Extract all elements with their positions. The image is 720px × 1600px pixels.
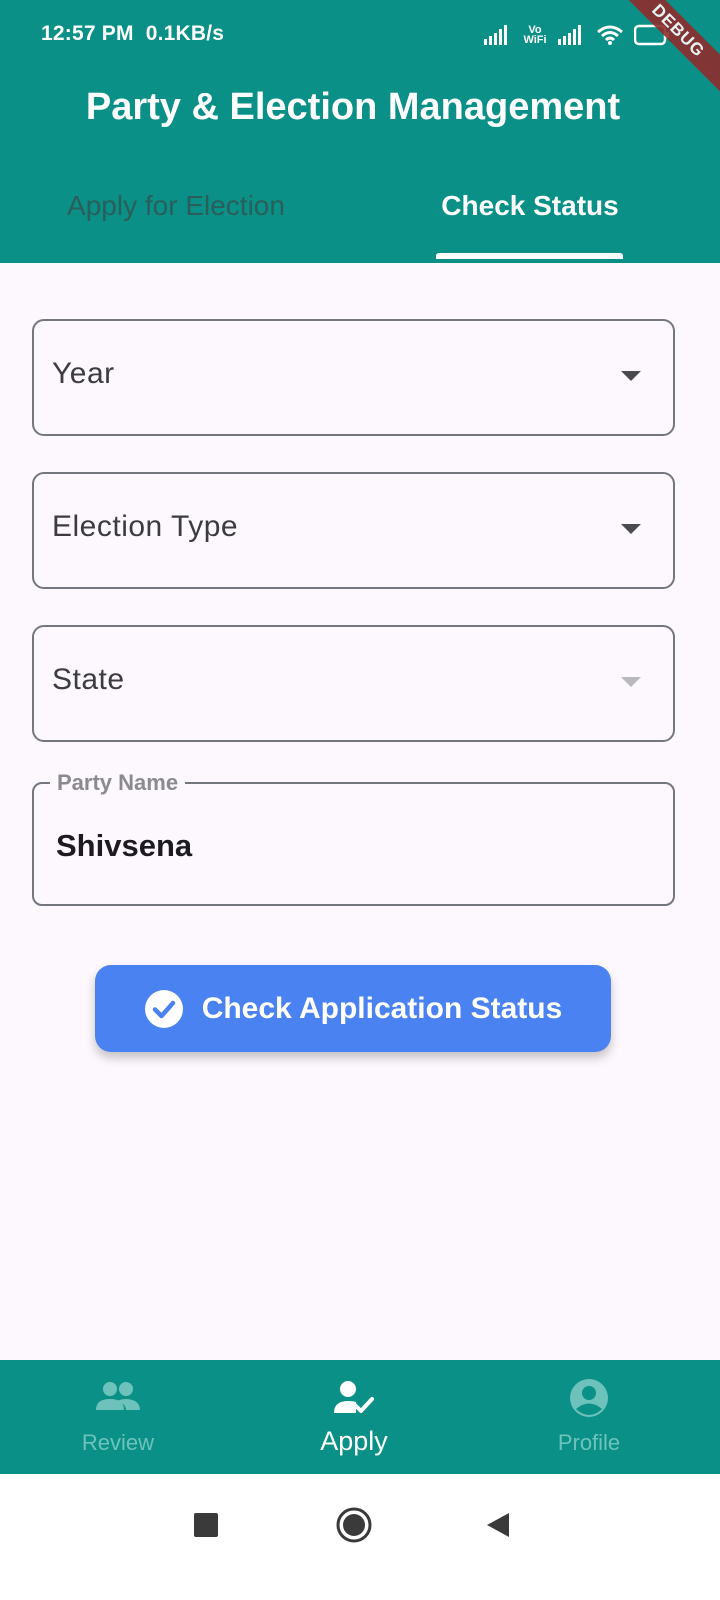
- check-circle-icon: [144, 989, 183, 1028]
- nav-label-profile: Profile: [557, 1430, 621, 1455]
- account-circle-icon: [570, 1379, 608, 1417]
- party-name-label: Party Name: [50, 770, 186, 796]
- nav-label-review: Review: [81, 1430, 155, 1455]
- status-bar: 12:57 PM 0.1KB/s Vo WiFi DEBUG: [0, 0, 720, 97]
- year-dropdown-label: Year: [52, 357, 115, 390]
- people-icon: [96, 1382, 140, 1410]
- status-time: 12:57 PM 0.1KB/s: [41, 22, 224, 46]
- year-dropdown[interactable]: Year: [32, 319, 675, 436]
- wifi-icon: [597, 25, 623, 45]
- network-speed: 0.1KB/s: [145, 22, 225, 45]
- state-dropdown[interactable]: State: [32, 625, 675, 742]
- party-name-field[interactable]: Party Name Shivsena: [32, 770, 675, 906]
- tab-apply-for-election[interactable]: Apply for Election: [30, 190, 322, 230]
- arrow-drop-down-icon: [621, 524, 641, 534]
- home-icon[interactable]: [334, 1505, 374, 1545]
- recents-icon[interactable]: [186, 1505, 226, 1545]
- state-dropdown-label: State: [52, 663, 125, 696]
- check-application-status-label: Check Application Status: [201, 991, 563, 1025]
- nav-label-apply: Apply: [320, 1426, 388, 1456]
- tab-check-status[interactable]: Check Status: [400, 190, 660, 230]
- back-icon[interactable]: [479, 1505, 519, 1545]
- nav-item-profile[interactable]: Profile: [499, 1360, 679, 1474]
- app-bar: 12:57 PM 0.1KB/s Vo WiFi DEBUG Party & E…: [0, 0, 720, 263]
- system-nav-bar: [0, 1474, 720, 1600]
- check-application-status-button[interactable]: Check Application Status: [95, 965, 611, 1052]
- election-type-dropdown-label: Election Type: [52, 510, 239, 543]
- arrow-drop-down-icon: [621, 677, 641, 687]
- page-title: Party & Election Management: [85, 86, 621, 128]
- tab-indicator: [436, 253, 623, 259]
- clock: 12:57 PM: [41, 22, 134, 45]
- party-name-value[interactable]: Shivsena: [56, 828, 192, 864]
- nav-item-apply[interactable]: Apply: [264, 1360, 444, 1474]
- signal-icon-2: [558, 25, 581, 45]
- nav-item-review[interactable]: Review: [28, 1360, 208, 1474]
- signal-icon: [484, 25, 507, 45]
- election-type-dropdown[interactable]: Election Type: [32, 472, 675, 589]
- vowifi-icon: Vo WiFi: [523, 24, 547, 46]
- arrow-drop-down-icon: [621, 371, 641, 381]
- bottom-nav: Review Apply Profile: [0, 1360, 720, 1474]
- status-icons: Vo WiFi: [484, 20, 670, 50]
- person-check-icon: [334, 1381, 374, 1413]
